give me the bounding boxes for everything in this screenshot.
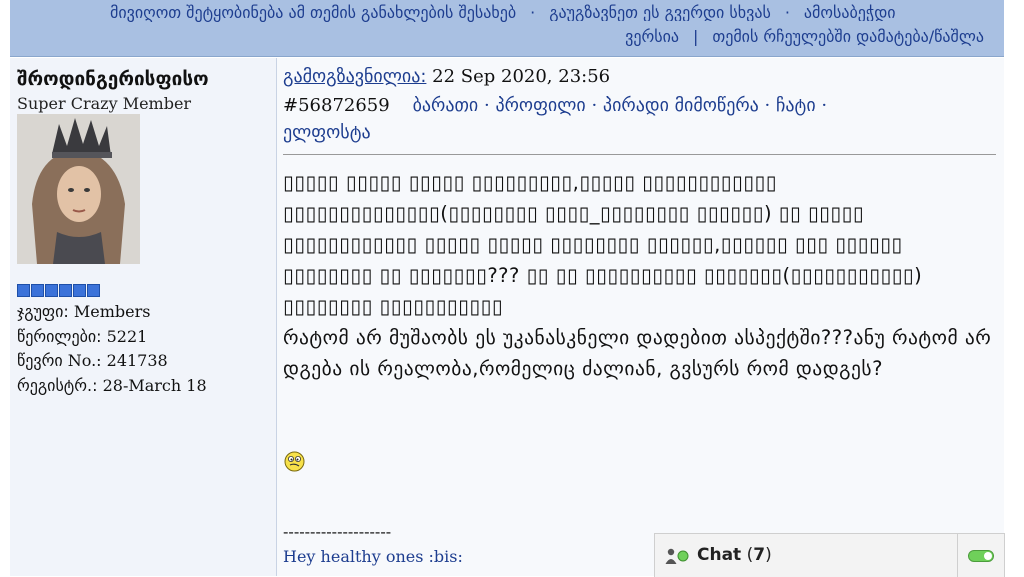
rank-pip (45, 284, 58, 297)
post-body: ▯▯▯▯▯ ▯▯▯▯▯ ▯▯▯▯▯ ▯▯▯▯▯▯▯▯▯,▯▯▯▯▯ ▯▯▯▯▯▯… (283, 167, 998, 384)
member-no-value: 241738 (106, 351, 168, 370)
rank-pips (17, 284, 100, 297)
rank-pip (87, 284, 100, 297)
rank-pip (17, 284, 30, 297)
separator: | (692, 27, 699, 46)
divider (283, 154, 996, 155)
separator: · (483, 95, 490, 116)
notify-on-update-link[interactable]: მივიღოთ შეტყობინება ამ თემის განახლების … (110, 3, 516, 22)
signature-rule: -------------------- (283, 522, 392, 541)
author-registered: რეგისტრ.: 28-March 18 (17, 376, 207, 395)
users-online-icon (665, 548, 689, 564)
print-version-link[interactable]: ამოსაბეჭდი (804, 3, 896, 21)
member-no-suffix: No.: (67, 351, 102, 370)
profile-link[interactable]: პროფილი (495, 95, 585, 116)
posted-label-link[interactable]: გამოგზავნილია: (283, 66, 426, 87)
separator: · (821, 95, 828, 116)
chat-link[interactable]: ჩატი (776, 95, 816, 116)
post-content: გამოგზავნილია: 22 Sep 2020, 23:56 #56872… (277, 58, 1004, 576)
topic-actions-bar: მივიღოთ შეტყობინება ამ თემის განახლების … (10, 0, 1004, 57)
author-posts: წერილები: 5221 (17, 327, 147, 346)
author-name[interactable]: შროდინგერისფისო (17, 68, 209, 90)
rank-pip (73, 284, 86, 297)
author-panel: შროდინგერისფისო Super Crazy Member ჯგუფი… (10, 58, 277, 576)
group-label: ჯგუფი: (17, 302, 69, 321)
private-message-link[interactable]: პირადი მიმოწერა (603, 95, 759, 116)
posts-value: 5221 (106, 327, 148, 346)
posts-label: წერილები: (17, 327, 102, 346)
email-link[interactable]: ელფოსტა (283, 122, 371, 143)
registered-label: რეგისტრ.: (17, 376, 98, 395)
rank-pip (31, 284, 44, 297)
chat-status-toggle[interactable] (968, 550, 994, 562)
chat-count-close: ) (765, 545, 772, 565)
print-version-link-cont[interactable]: ვერსია (625, 27, 679, 46)
send-page-link[interactable]: გაუგზავნეთ ეს გვერდი სხვას (549, 3, 771, 21)
post-id: #56872659 (283, 95, 390, 116)
post-body-unrendered-text: ▯▯▯▯▯ ▯▯▯▯▯ ▯▯▯▯▯ ▯▯▯▯▯▯▯▯▯,▯▯▯▯▯ ▯▯▯▯▯▯… (283, 171, 923, 318)
separator: · (530, 3, 536, 22)
chat-open-button[interactable]: Chat (7) (655, 534, 958, 577)
group-value: Members (73, 302, 151, 321)
chat-widget[interactable]: Chat (7) (654, 533, 1005, 577)
author-title: Super Crazy Member (17, 94, 192, 113)
post-body-text: რატომ არ მუშაობს ეს უკანასკნელი დადებით … (283, 326, 992, 380)
chat-label: Chat (7) (697, 545, 772, 565)
confused-smiley-icon (284, 451, 305, 472)
rank-pip (59, 284, 72, 297)
topic-actions-row-1: მივიღოთ შეტყობინება ამ თემის განახლების … (110, 3, 896, 22)
author-member-no: წევრი No.: 241738 (17, 351, 168, 370)
post-meta: გამოგზავნილია: 22 Sep 2020, 23:56 (283, 66, 610, 87)
chat-title: Chat (697, 545, 742, 565)
separator: · (784, 3, 790, 22)
card-link[interactable]: ბარათი (413, 95, 479, 116)
add-to-favorites-link[interactable]: თემის რჩეულებში დამატება/წაშლა (712, 27, 984, 46)
post-date: 22 Sep 2020, 23:56 (432, 66, 611, 87)
topic-actions-row-2: ვერსია | თემის რჩეულებში დამატება/წაშლა (625, 27, 984, 46)
chat-online-count: 7 (753, 545, 766, 565)
member-no-label: წევრი (17, 351, 63, 370)
separator: · (591, 95, 598, 116)
separator: · (764, 95, 771, 116)
author-group: ჯგუფი: Members (17, 302, 150, 321)
signature: Hey healthy ones :bis: (283, 547, 463, 566)
author-links: #56872659 ბარათი · პროფილი · პირადი მიმო… (283, 92, 843, 146)
registered-value: 28-March 18 (102, 376, 207, 395)
avatar-image (17, 114, 140, 264)
avatar (17, 114, 140, 264)
